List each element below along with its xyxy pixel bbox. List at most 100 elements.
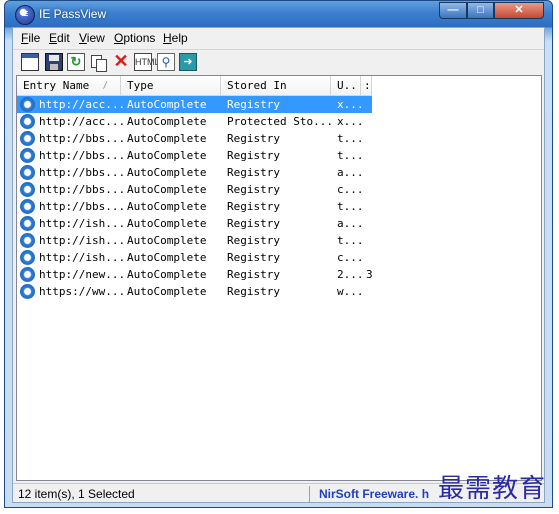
column-header-stored-in[interactable]: Stored In	[221, 76, 331, 96]
copy-icon[interactable]	[89, 53, 107, 72]
cell-user: t...	[337, 200, 364, 213]
cell-stored-in: Registry	[227, 234, 280, 247]
cell-stored-in: Registry	[227, 166, 280, 179]
html-report-icon[interactable]: HTML	[134, 53, 160, 71]
exit-icon[interactable]: ➜	[179, 53, 197, 71]
ie-entry-icon: e	[20, 284, 35, 299]
cell-stored-in: Registry	[227, 149, 280, 162]
cell-type: AutoComplete	[127, 98, 207, 111]
cell-entry-name: http://bbs...	[39, 149, 126, 162]
cell-entry-name: http://bbs...	[39, 166, 126, 179]
cell-entry-name: https://ww...	[39, 285, 126, 298]
cell-user: a...	[337, 166, 364, 179]
cell-stored-in: Registry	[227, 183, 280, 196]
menu-edit[interactable]: Edit	[49, 31, 70, 45]
cell-user: t...	[337, 149, 364, 162]
cell-type: AutoComplete	[127, 268, 207, 281]
cell-type: AutoComplete	[127, 285, 207, 298]
main-window: IE IE PassView — □ ✕ File Edit View Opti…	[4, 0, 553, 508]
cell-user: 2...	[337, 268, 364, 281]
close-button[interactable]: ✕	[494, 2, 544, 19]
table-row[interactable]: e https://ww... AutoComplete Registry w...	[17, 283, 372, 300]
client-area: File Edit View Options Help ↻ ✕ HTML ⚲ ➜…	[12, 27, 545, 503]
column-header-type[interactable]: Type	[121, 76, 221, 96]
cell-user: x...	[337, 115, 364, 128]
password-list[interactable]: Entry Name / Type Stored In U.. : e http:/…	[16, 75, 542, 481]
cell-type: AutoComplete	[127, 149, 207, 162]
cell-type: AutoComplete	[127, 200, 207, 213]
table-row[interactable]: e http://ish... AutoComplete Registry c...	[17, 249, 372, 266]
cell-type: AutoComplete	[127, 115, 207, 128]
table-row[interactable]: e http://bbs... AutoComplete Registry t...	[17, 130, 372, 147]
column-header-entry-name[interactable]: Entry Name /	[17, 76, 121, 96]
cell-user: t...	[337, 234, 364, 247]
menu-view[interactable]: View	[79, 31, 105, 45]
cell-type: AutoComplete	[127, 166, 207, 179]
ie-entry-icon: e	[20, 199, 35, 214]
properties-icon[interactable]	[21, 53, 39, 71]
cell-type: AutoComplete	[127, 251, 207, 264]
cell-user: c...	[337, 183, 364, 196]
cell-stored-in: Registry	[227, 98, 280, 111]
menu-help[interactable]: Help	[163, 31, 188, 45]
refresh-icon[interactable]: ↻	[67, 53, 85, 71]
table-row[interactable]: e http://ish... AutoComplete Registry a...	[17, 215, 372, 232]
nirsoft-credit-link[interactable]: NirSoft Freeware. h	[319, 487, 429, 501]
cell-stored-in: Registry	[227, 251, 280, 264]
cell-type: AutoComplete	[127, 132, 207, 145]
find-icon[interactable]: ⚲	[157, 53, 175, 71]
cell-entry-name: http://ish...	[39, 234, 126, 247]
ie-entry-icon: e	[20, 97, 35, 112]
status-divider	[309, 486, 310, 502]
table-row[interactable]: e http://new... AutoComplete Registry 2... 3	[17, 266, 373, 283]
cell-entry-name: http://acc...	[39, 98, 126, 111]
column-header-extra[interactable]: :	[361, 76, 372, 96]
cell-user: t...	[337, 132, 364, 145]
ie-entry-icon: e	[20, 114, 35, 129]
maximize-button[interactable]: □	[467, 2, 494, 19]
table-row[interactable]: e http://bbs... AutoComplete Registry a...	[17, 164, 372, 181]
table-row[interactable]: e http://ish... AutoComplete Registry t...	[17, 232, 372, 249]
ie-entry-icon: e	[20, 165, 35, 180]
title-bar[interactable]: IE IE PassView — □ ✕	[5, 1, 552, 27]
watermark-text: 最需教育	[438, 474, 547, 504]
table-row[interactable]: e http://bbs... AutoComplete Registry t...	[17, 198, 372, 215]
sort-indicator: /	[102, 81, 108, 91]
table-row[interactable]: e http://bbs... AutoComplete Registry c...	[17, 181, 372, 198]
cell-type: AutoComplete	[127, 217, 207, 230]
cell-stored-in: Registry	[227, 217, 280, 230]
cell-entry-name: http://ish...	[39, 251, 126, 264]
minimize-button[interactable]: —	[439, 2, 467, 19]
menu-options[interactable]: Options	[114, 31, 155, 45]
ie-entry-icon: e	[20, 233, 35, 248]
toolbar: ↻ ✕ HTML ⚲ ➜	[13, 49, 544, 74]
app-icon: IE	[15, 5, 35, 25]
cell-stored-in: Registry	[227, 200, 280, 213]
cell-stored-in: Registry	[227, 132, 280, 145]
column-header-user[interactable]: U..	[331, 76, 361, 96]
table-row[interactable]: e http://acc... AutoComplete Registry x...	[17, 96, 372, 113]
status-count: 12 item(s), 1 Selected	[18, 487, 135, 501]
cell-type: AutoComplete	[127, 234, 207, 247]
cell-entry-name: http://bbs...	[39, 200, 126, 213]
ie-entry-icon: e	[20, 250, 35, 265]
cell-entry-name: http://new...	[39, 268, 126, 281]
list-header: Entry Name / Type Stored In U.. :	[17, 76, 541, 96]
cell-entry-name: http://acc...	[39, 115, 126, 128]
ie-entry-icon: e	[20, 216, 35, 231]
menu-bar: File Edit View Options Help	[13, 28, 544, 48]
cell-stored-in: Registry	[227, 268, 280, 281]
cell-stored-in: Registry	[227, 285, 280, 298]
ie-entry-icon: e	[20, 267, 35, 282]
cell-extra: 3	[366, 268, 373, 281]
cell-user: a...	[337, 217, 364, 230]
cell-type: AutoComplete	[127, 183, 207, 196]
delete-icon[interactable]: ✕	[112, 52, 130, 71]
table-row[interactable]: e http://bbs... AutoComplete Registry t...	[17, 147, 372, 164]
table-row[interactable]: e http://acc... AutoComplete Protected Sto.…	[17, 113, 372, 130]
menu-file[interactable]: File	[21, 31, 40, 45]
window-title: IE PassView	[39, 7, 107, 21]
cell-user: w...	[337, 285, 364, 298]
save-icon[interactable]	[45, 53, 63, 71]
cell-entry-name: http://bbs...	[39, 183, 126, 196]
